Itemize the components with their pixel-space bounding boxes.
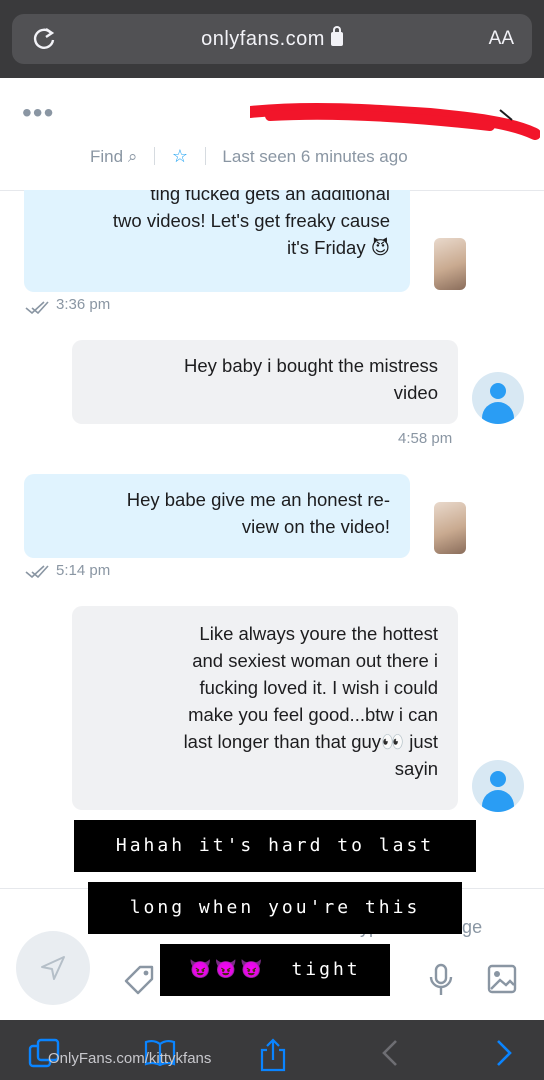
user-avatar-head	[490, 383, 506, 399]
creator-avatar[interactable]	[434, 238, 466, 290]
share-icon[interactable]	[258, 1038, 288, 1072]
caption-text: tight	[291, 959, 361, 980]
send-button[interactable]	[16, 931, 90, 1005]
image-icon[interactable]	[486, 963, 518, 995]
caption-line: long when you're this	[88, 882, 462, 934]
message-line: two videos! Let's get freaky cause	[112, 210, 390, 231]
message-bubble: Like always youre the hottest and sexies…	[72, 606, 458, 810]
message-line: sayin	[394, 758, 438, 779]
message-line: it's Friday 😈	[287, 237, 390, 258]
message-time: 3:36 pm	[56, 296, 111, 313]
caption-line: Hahah it's hard to last	[74, 820, 476, 872]
message-line: ting fucked gets an additional	[150, 190, 390, 204]
address-bar[interactable]: onlyfans.com AA	[12, 14, 532, 64]
microphone-icon[interactable]	[428, 963, 454, 997]
message-time: 4:58 pm	[398, 430, 453, 447]
message-line: Hey babe give me an honest re-	[126, 489, 390, 510]
status-row: Find ⌕ ☆ Last seen 6 minutes ago	[90, 146, 408, 167]
read-receipt-icon	[25, 301, 49, 314]
message-line: view on the video!	[241, 516, 390, 537]
message-line: fucking loved it. I wish i could	[199, 677, 438, 698]
find-label: Find	[90, 147, 124, 166]
message-list[interactable]: ting fucked gets an additional two video…	[0, 190, 544, 890]
user-avatar-body	[482, 790, 514, 812]
forward-icon[interactable]	[494, 1038, 514, 1068]
send-icon	[41, 956, 65, 980]
caption-text: Hahah it's hard to last	[115, 835, 435, 856]
user-avatar-body	[482, 402, 514, 424]
caption-emoji: 😈😈😈	[189, 959, 266, 980]
message-bubble: Hey babe give me an honest re- view on t…	[24, 474, 410, 558]
browser-bottom-bar: OnlyFans.com/kittykfans	[0, 1020, 544, 1080]
search-icon: ⌕	[127, 147, 138, 166]
browser-top-bar: onlyfans.com AA	[0, 0, 544, 78]
message-line: make you feel good...btw i can	[188, 704, 438, 725]
read-receipt-icon	[25, 565, 49, 578]
bottom-url-text: OnlyFans.com/kittykfans	[48, 1050, 212, 1067]
last-seen-text: Last seen 6 minutes ago	[222, 147, 408, 166]
message-line: Like always youre the hottest	[199, 623, 438, 644]
find-button[interactable]: Find ⌕	[90, 147, 137, 167]
user-avatar-head	[490, 771, 506, 787]
user-avatar[interactable]	[472, 372, 524, 424]
lock-icon	[330, 26, 343, 46]
price-tag-icon[interactable]	[122, 963, 156, 997]
star-icon[interactable]: ☆	[172, 146, 188, 166]
divider	[154, 147, 156, 165]
url-text: onlyfans.com	[12, 26, 532, 51]
back-icon[interactable]	[380, 1038, 400, 1068]
message-line: video	[393, 382, 438, 403]
message-line: and sexiest woman out there i	[192, 650, 438, 671]
message-bubble: Hey baby i bought the mistress video	[72, 340, 458, 424]
caption-line: 😈😈😈 tight	[160, 944, 390, 996]
text-size-button[interactable]: AA	[489, 28, 514, 50]
message-bubble: ting fucked gets an additional two video…	[24, 190, 410, 292]
divider	[204, 147, 206, 165]
more-options-icon[interactable]: •••	[22, 99, 54, 127]
user-avatar[interactable]	[472, 760, 524, 812]
chat-header: ••• Find ⌕ ☆ Last seen 6 minutes ago	[0, 78, 544, 191]
message-line: Hey baby i bought the mistress	[184, 355, 438, 376]
url-domain: onlyfans.com	[201, 28, 325, 50]
creator-avatar[interactable]	[434, 502, 466, 554]
redaction-scribble	[250, 102, 540, 140]
message-time: 5:14 pm	[56, 562, 111, 579]
caption-text: long when you're this	[129, 897, 421, 918]
message-line: last longer than that guy👀 just	[183, 731, 438, 752]
